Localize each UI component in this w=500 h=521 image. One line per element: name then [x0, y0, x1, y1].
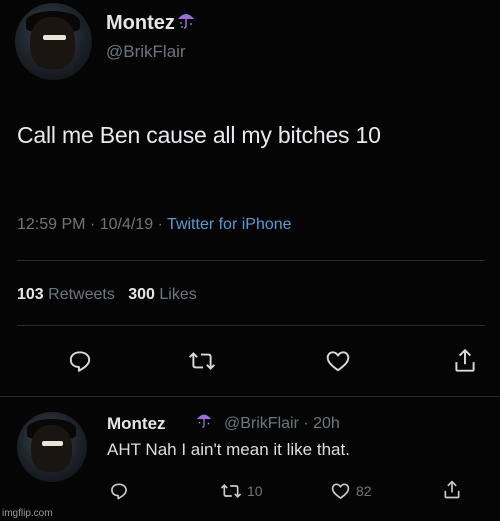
- retweets-count[interactable]: 103: [17, 286, 44, 303]
- umbrella-emoji-icon: [178, 14, 194, 29]
- heart-icon: [326, 351, 350, 372]
- tweet-meta: 12:59 PM · 10/4/19 · Twitter for iPhone: [17, 216, 292, 234]
- meta-separator: ·: [157, 216, 168, 233]
- reply-meta: @BrikFlair · 20h: [224, 415, 340, 433]
- reply-text: AHT Nah I ain't mean it like that.: [107, 440, 350, 459]
- reply-share-button[interactable]: [442, 479, 462, 501]
- reply-avatar[interactable]: [17, 412, 87, 482]
- reply-handle[interactable]: @BrikFlair: [224, 415, 299, 432]
- umbrella-emoji-icon: [196, 414, 212, 428]
- tweet-date: 10/4/19: [99, 216, 154, 233]
- imgflip-watermark: imgflip.com: [2, 508, 53, 519]
- like-button[interactable]: [325, 348, 351, 374]
- reply-retweet-count: 10: [247, 483, 263, 499]
- tweet-thread: Montez @BrikFlair Call me Ben cause all …: [0, 0, 500, 521]
- tweet-time: 12:59 PM: [17, 216, 86, 233]
- tweet-stats: 103 Retweets 300 Likes: [17, 286, 197, 304]
- retweet-icon: [188, 352, 216, 370]
- avatar[interactable]: [15, 3, 92, 80]
- retweets-label[interactable]: Retweets: [48, 286, 115, 303]
- reply-like-button[interactable]: 82: [330, 481, 372, 501]
- reply-icon: [69, 351, 91, 372]
- reply-action-bar: 10 82: [0, 478, 500, 518]
- share-button[interactable]: [452, 347, 478, 375]
- retweet-button[interactable]: [188, 348, 216, 374]
- reply-button[interactable]: [67, 348, 93, 374]
- tweet-text: Call me Ben cause all my bitches 10: [17, 122, 381, 148]
- tweet-source-link[interactable]: Twitter for iPhone: [167, 216, 292, 233]
- reply-reply-button[interactable]: [109, 481, 129, 501]
- handle[interactable]: @BrikFlair: [106, 42, 186, 62]
- reply-display-name[interactable]: Montez: [107, 414, 166, 434]
- reply-icon: [111, 483, 127, 500]
- divider: [0, 396, 500, 397]
- share-icon: [455, 348, 475, 372]
- retweet-icon: [220, 483, 242, 499]
- main-action-bar: [0, 344, 500, 384]
- heart-icon: [331, 483, 350, 499]
- divider: [17, 260, 485, 261]
- share-icon: [444, 480, 460, 499]
- likes-count[interactable]: 300: [128, 286, 155, 303]
- reply-age[interactable]: 20h: [313, 415, 340, 432]
- reply-like-count: 82: [356, 483, 372, 499]
- likes-label[interactable]: Likes: [159, 286, 196, 303]
- reply-retweet-button[interactable]: 10: [220, 481, 263, 501]
- meta-separator: ·: [89, 216, 100, 233]
- divider: [17, 325, 485, 326]
- meta-separator: ·: [298, 415, 314, 432]
- display-name[interactable]: Montez: [106, 12, 175, 35]
